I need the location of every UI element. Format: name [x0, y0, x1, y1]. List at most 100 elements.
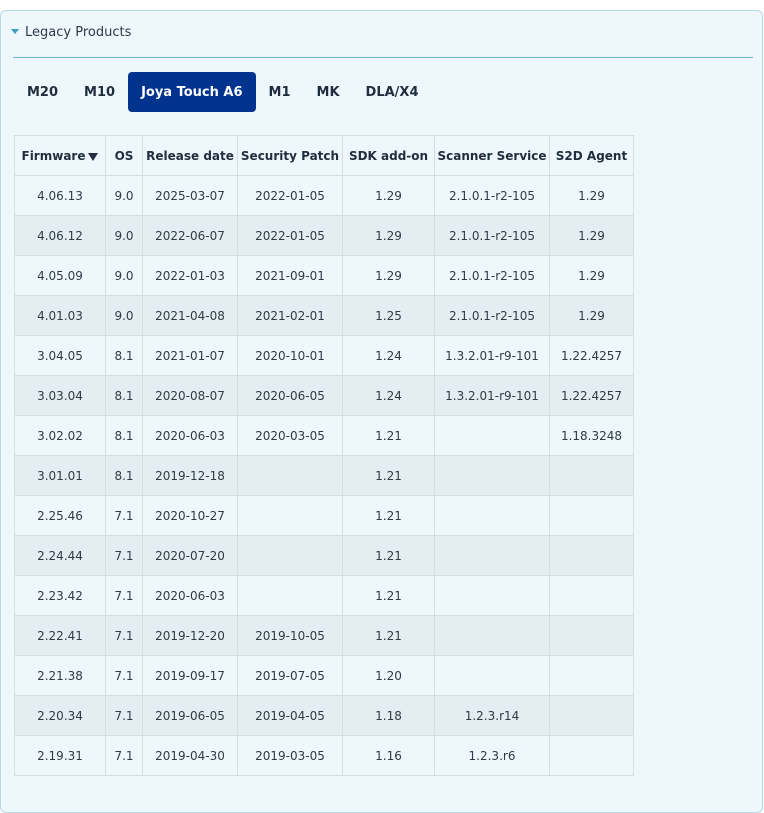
cell-scanner-service: [434, 535, 550, 576]
cell-security-patch: 2021-09-01: [237, 255, 343, 296]
column-header-os[interactable]: OS: [105, 135, 143, 176]
cell-security-patch: 2022-01-05: [237, 215, 343, 256]
cell-s2d-agent: [549, 535, 634, 576]
product-tabs: M20 M10 Joya Touch A6 M1 MK DLA/X4: [14, 72, 431, 112]
column-header-firmware[interactable]: Firmware: [14, 135, 106, 176]
cell-scanner-service: [434, 655, 550, 696]
cell-scanner-service: 2.1.0.1-r2-105: [434, 255, 550, 296]
section-toggle[interactable]: Legacy Products: [11, 25, 131, 40]
table-row: 2.25.46 7.1 2020-10-27 1.21: [14, 495, 634, 536]
cell-scanner-service: [434, 575, 550, 616]
cell-os: 8.1: [105, 455, 143, 496]
cell-os: 7.1: [105, 695, 143, 736]
firmware-table: Firmware OS Release date Security Patch …: [14, 135, 634, 776]
cell-security-patch: 2021-02-01: [237, 295, 343, 336]
cell-s2d-agent: 1.29: [549, 215, 634, 256]
cell-firmware: 2.20.34: [14, 695, 106, 736]
cell-security-patch: [237, 575, 343, 616]
cell-os: 7.1: [105, 735, 143, 776]
column-header-s2d-agent[interactable]: S2D Agent: [549, 135, 634, 176]
cell-security-patch: 2020-10-01: [237, 335, 343, 376]
cell-scanner-service: [434, 615, 550, 656]
cell-sdk-add-on: 1.29: [342, 215, 435, 256]
cell-s2d-agent: [549, 495, 634, 536]
table-row: 4.01.03 9.0 2021-04-08 2021-02-01 1.25 2…: [14, 295, 634, 336]
cell-release-date: 2019-12-18: [142, 455, 238, 496]
cell-release-date: 2020-10-27: [142, 495, 238, 536]
cell-release-date: 2021-01-07: [142, 335, 238, 376]
cell-s2d-agent: 1.22.4257: [549, 335, 634, 376]
cell-os: 9.0: [105, 295, 143, 336]
cell-firmware: 2.24.44: [14, 535, 106, 576]
sort-desc-icon: [88, 152, 99, 161]
cell-scanner-service: [434, 495, 550, 536]
cell-s2d-agent: [549, 575, 634, 616]
table-row: 3.02.02 8.1 2020-06-03 2020-03-05 1.21 1…: [14, 415, 634, 456]
cell-sdk-add-on: 1.16: [342, 735, 435, 776]
cell-s2d-agent: [549, 655, 634, 696]
cell-s2d-agent: 1.22.4257: [549, 375, 634, 416]
cell-sdk-add-on: 1.21: [342, 455, 435, 496]
table-row: 3.01.01 8.1 2019-12-18 1.21: [14, 455, 634, 496]
cell-os: 7.1: [105, 535, 143, 576]
cell-firmware: 2.25.46: [14, 495, 106, 536]
cell-sdk-add-on: 1.24: [342, 375, 435, 416]
tab-dla-x4[interactable]: DLA/X4: [353, 72, 432, 112]
cell-scanner-service: 1.2.3.r14: [434, 695, 550, 736]
tab-m1[interactable]: M1: [256, 72, 304, 112]
cell-scanner-service: 1.3.2.01-r9-101: [434, 375, 550, 416]
cell-release-date: 2021-04-08: [142, 295, 238, 336]
cell-sdk-add-on: 1.21: [342, 575, 435, 616]
tab-m20[interactable]: M20: [14, 72, 71, 112]
cell-firmware: 3.03.04: [14, 375, 106, 416]
cell-sdk-add-on: 1.29: [342, 175, 435, 216]
cell-firmware: 3.01.01: [14, 455, 106, 496]
cell-security-patch: 2019-03-05: [237, 735, 343, 776]
cell-s2d-agent: [549, 735, 634, 776]
cell-scanner-service: 2.1.0.1-r2-105: [434, 215, 550, 256]
cell-security-patch: [237, 535, 343, 576]
tab-mk[interactable]: MK: [304, 72, 353, 112]
cell-firmware: 2.19.31: [14, 735, 106, 776]
cell-scanner-service: 2.1.0.1-r2-105: [434, 295, 550, 336]
cell-os: 8.1: [105, 415, 143, 456]
table-header-row: Firmware OS Release date Security Patch …: [14, 135, 634, 176]
cell-security-patch: [237, 495, 343, 536]
section-title: Legacy Products: [25, 25, 132, 40]
cell-os: 7.1: [105, 495, 143, 536]
cell-scanner-service: [434, 455, 550, 496]
column-header-release-date[interactable]: Release date: [142, 135, 238, 176]
cell-security-patch: 2019-07-05: [237, 655, 343, 696]
cell-sdk-add-on: 1.21: [342, 415, 435, 456]
table-row: 4.06.13 9.0 2025-03-07 2022-01-05 1.29 2…: [14, 175, 634, 216]
column-header-security-patch[interactable]: Security Patch: [237, 135, 343, 176]
cell-os: 9.0: [105, 175, 143, 216]
cell-release-date: 2020-06-03: [142, 575, 238, 616]
cell-sdk-add-on: 1.21: [342, 615, 435, 656]
table-row: 4.06.12 9.0 2022-06-07 2022-01-05 1.29 2…: [14, 215, 634, 256]
cell-os: 8.1: [105, 335, 143, 376]
table-row: 2.21.38 7.1 2019-09-17 2019-07-05 1.20: [14, 655, 634, 696]
cell-s2d-agent: 1.29: [549, 255, 634, 296]
tab-m10[interactable]: M10: [71, 72, 128, 112]
cell-release-date: 2022-01-03: [142, 255, 238, 296]
tab-joya-touch-a6[interactable]: Joya Touch A6: [128, 72, 256, 112]
cell-firmware: 3.02.02: [14, 415, 106, 456]
cell-os: 7.1: [105, 655, 143, 696]
table-row: 2.22.41 7.1 2019-12-20 2019-10-05 1.21: [14, 615, 634, 656]
cell-release-date: 2020-06-03: [142, 415, 238, 456]
column-header-sdk-add-on[interactable]: SDK add-on: [342, 135, 435, 176]
cell-release-date: 2020-08-07: [142, 375, 238, 416]
cell-release-date: 2019-09-17: [142, 655, 238, 696]
cell-sdk-add-on: 1.24: [342, 335, 435, 376]
caret-down-icon: [11, 29, 19, 34]
cell-sdk-add-on: 1.18: [342, 695, 435, 736]
cell-firmware: 4.06.13: [14, 175, 106, 216]
cell-os: 7.1: [105, 575, 143, 616]
cell-s2d-agent: 1.18.3248: [549, 415, 634, 456]
cell-release-date: 2019-12-20: [142, 615, 238, 656]
column-header-scanner-service[interactable]: Scanner Service: [434, 135, 550, 176]
cell-s2d-agent: 1.29: [549, 175, 634, 216]
cell-sdk-add-on: 1.21: [342, 535, 435, 576]
cell-firmware: 4.05.09: [14, 255, 106, 296]
